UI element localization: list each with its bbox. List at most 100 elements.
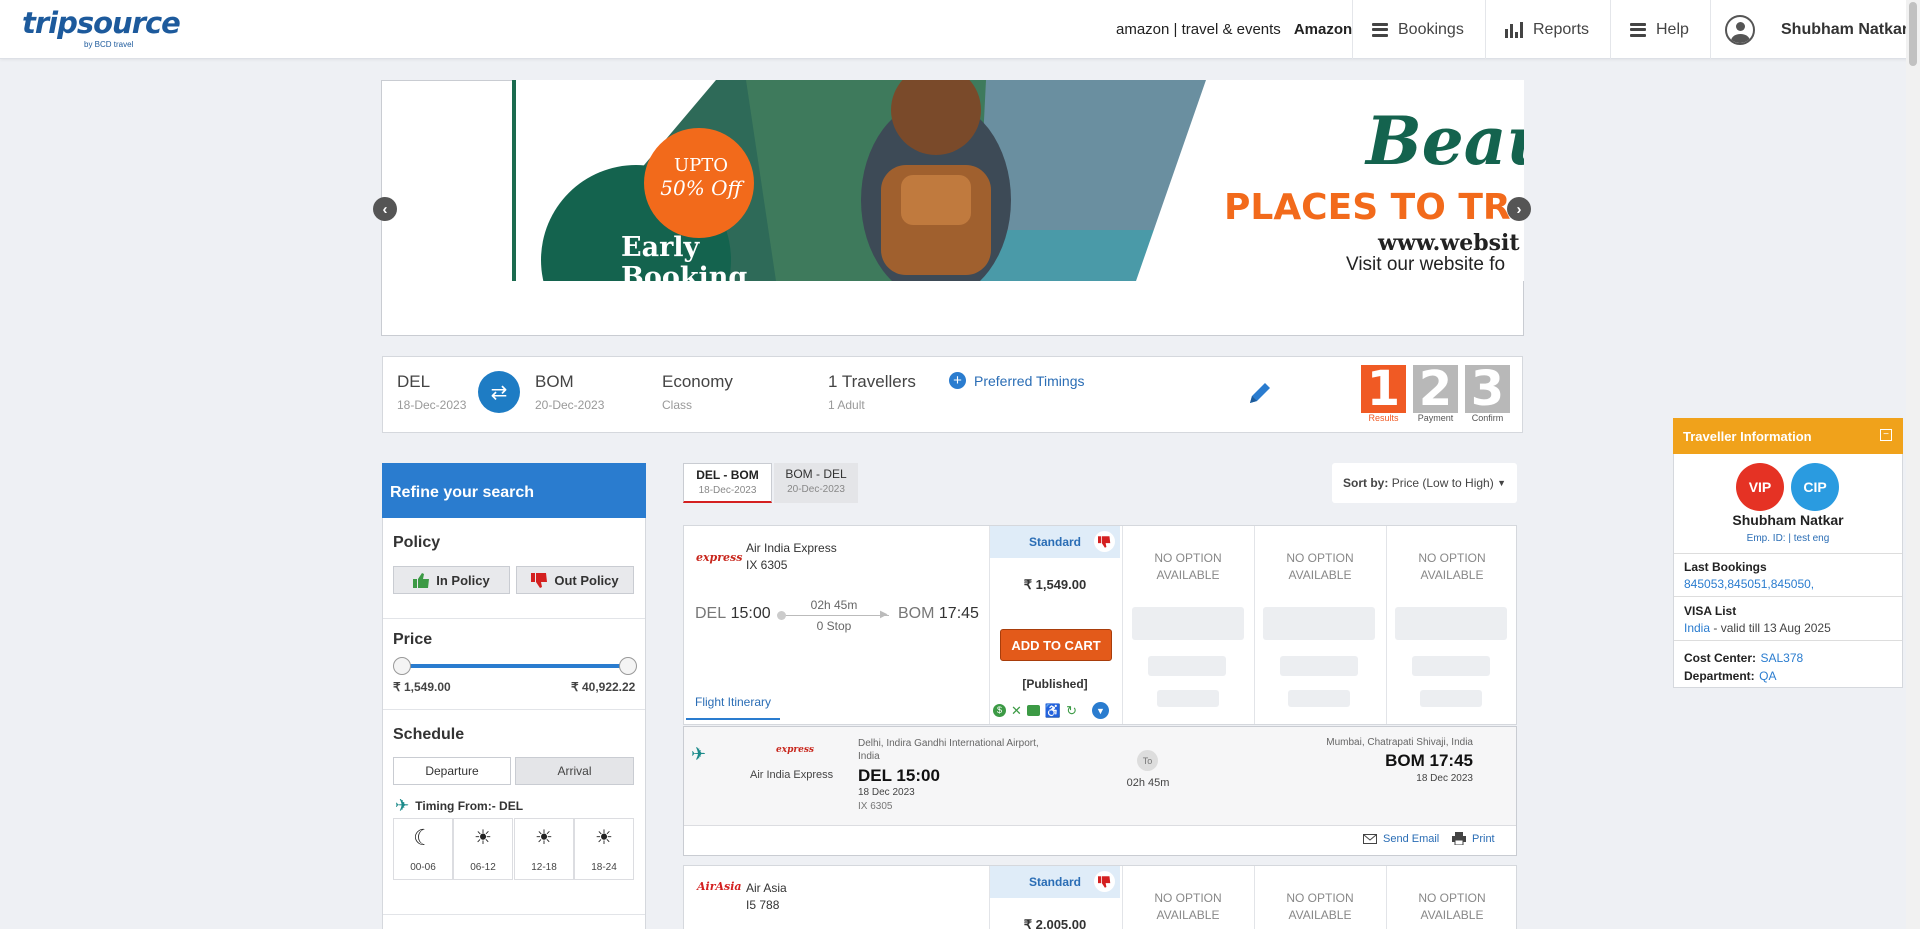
banner-image[interactable]: UPTO 50% Off Early Booking Beaut PLACES … bbox=[512, 80, 1524, 281]
destination: BOM 20-Dec-2023 bbox=[535, 372, 605, 412]
cabin-class: Economy Class bbox=[662, 372, 733, 412]
to-marker: To bbox=[1137, 750, 1158, 771]
in-policy-button[interactable]: In Policy bbox=[393, 566, 510, 594]
nav-bookings[interactable]: Bookings bbox=[1372, 0, 1464, 59]
airplane-icon: ✈ bbox=[395, 796, 410, 815]
sort-dropdown[interactable]: Sort by: Price (Low to High) ▼ bbox=[1332, 463, 1517, 503]
page-scrollbar[interactable] bbox=[1906, 0, 1920, 929]
last-bookings-links[interactable]: 845053,845051,845050, bbox=[1684, 577, 1814, 591]
send-email-link[interactable]: Send Email bbox=[1363, 833, 1439, 845]
chevron-down-icon[interactable]: ▼ bbox=[1092, 702, 1109, 719]
price-min: ₹ 1,549.00 bbox=[393, 680, 451, 694]
schedule-heading: Schedule bbox=[393, 726, 465, 743]
out-policy-icon bbox=[1094, 871, 1115, 892]
scrollbar-thumb[interactable] bbox=[1909, 2, 1917, 66]
envelope-icon bbox=[1363, 834, 1377, 844]
traveller-name: Shubham Natkar bbox=[1732, 512, 1844, 528]
thumbs-up-icon bbox=[413, 572, 430, 588]
itinerary-flight-no: IX 6305 bbox=[858, 801, 893, 812]
company-brand: amazon | travel & events Amazon bbox=[1116, 21, 1353, 38]
baggage-icon bbox=[1026, 705, 1040, 716]
preferred-timings-link[interactable]: + Preferred Timings bbox=[949, 372, 1084, 389]
fare-published: [Published] bbox=[1022, 677, 1088, 691]
departure-time: DEL 15:00 bbox=[695, 605, 771, 622]
policy-heading: Policy bbox=[393, 534, 441, 551]
travellers: 1 Travellers 1 Adult bbox=[828, 372, 916, 412]
time-slot-afternoon[interactable]: ☀ 12-18 bbox=[514, 818, 574, 880]
fare-amenities: $ ✕ ♿ ↻ ▼ bbox=[993, 702, 1109, 719]
sidebar-title: Refine your search bbox=[382, 463, 646, 518]
booking-steps: 1 Results 2 Payment 3 Confirm bbox=[1361, 365, 1510, 423]
banner-next-button[interactable]: › bbox=[1507, 197, 1531, 221]
edit-search-button[interactable] bbox=[1246, 379, 1274, 412]
cip-badge: CIP bbox=[1791, 463, 1839, 511]
last-bookings: Last Bookings 845053,845051,845050, bbox=[1684, 560, 1815, 591]
print-link[interactable]: Print bbox=[1452, 832, 1495, 845]
price-max: ₹ 40,922.22 bbox=[571, 680, 636, 694]
thumbs-down-icon bbox=[1098, 535, 1111, 548]
no-option-fare: NO OPTION AVAILABLE bbox=[1418, 551, 1486, 582]
departure-tab[interactable]: Departure bbox=[393, 757, 511, 785]
menu-icon bbox=[1372, 22, 1388, 37]
price-slider-max-handle[interactable] bbox=[619, 657, 637, 675]
airline-logo: AirAsia bbox=[697, 880, 742, 893]
traveller-info-header: Traveller Information bbox=[1673, 418, 1903, 454]
cost-center: Cost Center: SAL378 Department: QA bbox=[1684, 651, 1804, 683]
no-option-fare: NO OPTION AVAILABLE bbox=[1154, 891, 1222, 922]
itinerary-dep-date: 18 Dec 2023 bbox=[858, 787, 915, 798]
itinerary-airline: Air India Express bbox=[750, 769, 834, 781]
out-policy-icon bbox=[1094, 531, 1115, 552]
tab-bom-del[interactable]: BOM - DEL 20-Dec-2023 bbox=[774, 463, 858, 503]
no-option-fare: NO OPTION AVAILABLE bbox=[1286, 891, 1354, 922]
airline-info: Air India Express IX 6305 bbox=[746, 541, 837, 572]
tripsource-logo[interactable]: tripsource by BCD travel bbox=[22, 6, 181, 49]
no-option-fare: NO OPTION AVAILABLE bbox=[1418, 891, 1486, 922]
nav-help[interactable]: Help bbox=[1630, 0, 1689, 59]
arrival-tab[interactable]: Arrival bbox=[515, 757, 634, 785]
collapse-icon[interactable]: − bbox=[1880, 429, 1892, 441]
stops: 0 Stop bbox=[816, 619, 852, 633]
add-to-cart-button[interactable]: ADD TO CART bbox=[1000, 629, 1112, 661]
fare-price: ₹ 1,549.00 bbox=[1023, 577, 1087, 592]
price-slider-min-handle[interactable] bbox=[393, 657, 411, 675]
plus-icon: + bbox=[949, 372, 966, 389]
thumbs-down-icon bbox=[531, 572, 548, 588]
no-option-fare: NO OPTION AVAILABLE bbox=[1286, 551, 1354, 582]
dollar-icon: $ bbox=[993, 704, 1006, 717]
printer-icon bbox=[1452, 832, 1466, 845]
swap-route-button[interactable]: ⇄ bbox=[478, 371, 520, 413]
seat-icon: ♿ bbox=[1044, 702, 1062, 718]
departure-airport: Delhi, Indira Gandhi International Airpo… bbox=[858, 738, 1039, 762]
employee-id: Emp. ID: | test eng bbox=[1746, 533, 1830, 544]
flight-itinerary-tab[interactable]: Flight Itinerary bbox=[695, 695, 771, 709]
pencil-icon bbox=[1250, 383, 1270, 403]
banner-prev-button[interactable]: ‹ bbox=[373, 197, 397, 221]
itinerary-duration: 02h 45m bbox=[1126, 777, 1170, 789]
out-policy-button[interactable]: Out Policy bbox=[516, 566, 634, 594]
arrival-time: BOM 17:45 bbox=[898, 605, 979, 622]
time-slot-morning[interactable]: ☀ 06-12 bbox=[453, 818, 513, 880]
arrival-airport: Mumbai, Chatrapati Shivaji, India bbox=[1326, 737, 1473, 748]
sunrise-icon: ☀ bbox=[474, 827, 492, 849]
meal-icon: ✕ bbox=[1011, 702, 1022, 718]
timing-from: ✈ Timing From:- DEL bbox=[395, 796, 524, 815]
nav-reports[interactable]: Reports bbox=[1505, 0, 1589, 59]
user-avatar-icon bbox=[1725, 14, 1755, 45]
tab-del-bom[interactable]: DEL - BOM 18-Dec-2023 bbox=[683, 463, 772, 503]
sun-icon: ☀ bbox=[535, 827, 553, 849]
moon-icon: ☾ bbox=[413, 825, 433, 850]
sunset-icon: ☀ bbox=[595, 827, 613, 849]
user-menu[interactable]: Shubham Natkar bbox=[1725, 0, 1908, 59]
time-slot-night[interactable]: ☾ 00-06 bbox=[393, 818, 453, 880]
itinerary-arrival: BOM 17:45 bbox=[1385, 751, 1473, 770]
airline-logo: express bbox=[696, 551, 743, 564]
thumbs-down-icon bbox=[1098, 875, 1111, 888]
bar-chart-icon bbox=[1505, 21, 1523, 38]
flight-duration: 02h 45m bbox=[810, 598, 858, 612]
itinerary-departure: DEL 15:00 bbox=[858, 766, 940, 785]
price-slider-track[interactable] bbox=[400, 664, 628, 668]
fare-price: ₹ 2,005.00 bbox=[1023, 917, 1087, 929]
time-slot-evening[interactable]: ☀ 18-24 bbox=[574, 818, 634, 880]
origin: DEL 18-Dec-2023 bbox=[397, 372, 467, 412]
refund-icon: ↻ bbox=[1066, 702, 1077, 718]
